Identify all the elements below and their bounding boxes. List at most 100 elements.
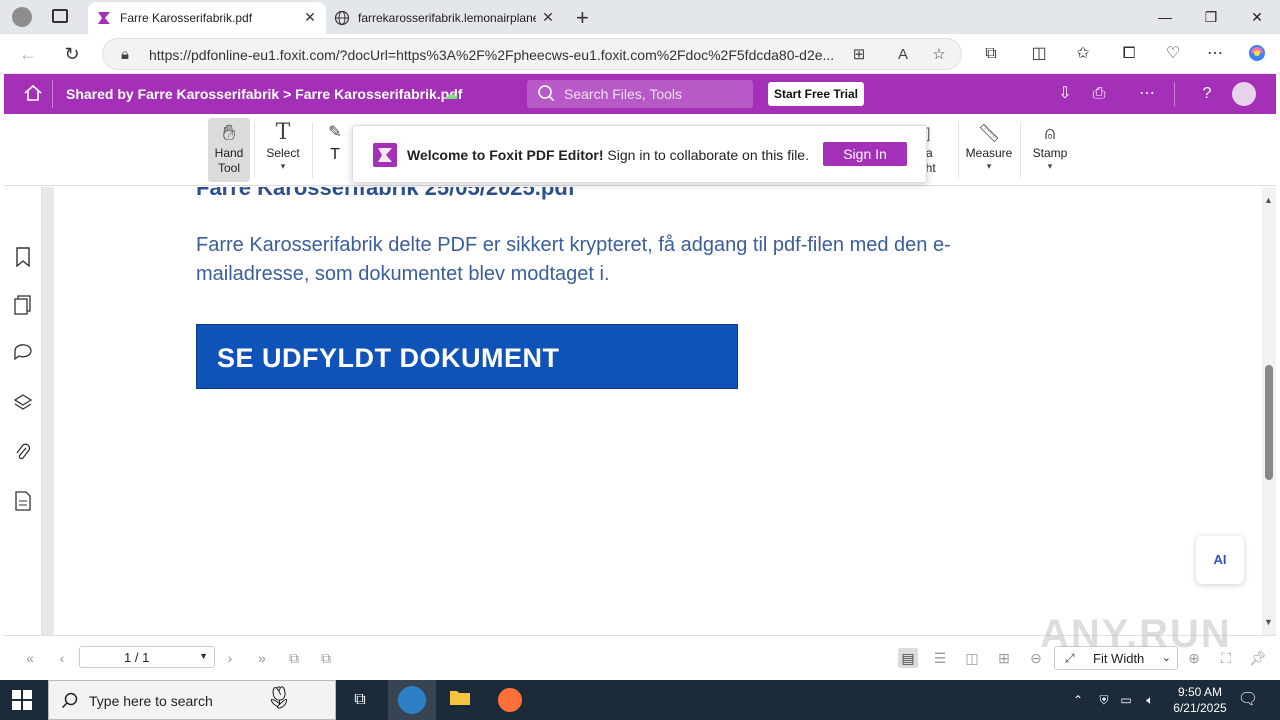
- select-tool-button[interactable]: T Select ▾: [262, 118, 304, 182]
- ai-assistant-button[interactable]: AI: [1196, 536, 1244, 584]
- search-input[interactable]: Search Files, Tools: [527, 80, 753, 108]
- document-title: Farre Karosserifabrik 25/05/2025.pdf: [196, 187, 576, 200]
- chevron-down-icon: ▾: [986, 161, 992, 171]
- start-free-trial-button[interactable]: Start Free Trial: [768, 82, 864, 106]
- collections-icon[interactable]: ⧠: [1118, 43, 1140, 65]
- favorites-icon[interactable]: ✩: [1072, 43, 1094, 65]
- chevron-down-icon: ▾: [280, 161, 286, 171]
- document-viewer: Farre Karosserifabrik 25/05/2025.pdf Far…: [42, 187, 1262, 635]
- welcome-bold: Welcome to Foxit PDF Editor!: [407, 147, 604, 163]
- browser-essentials-icon[interactable]: ♡: [1162, 43, 1184, 65]
- restore-button[interactable]: ❐: [1188, 4, 1234, 30]
- more-options-icon[interactable]: ⋯: [1136, 83, 1158, 105]
- single-page-view-icon[interactable]: ▤: [898, 648, 918, 668]
- url-field[interactable]: 🔒︎ https://pdfonline-eu1.foxit.com/?docU…: [102, 38, 962, 70]
- stamp-icon: ⍝: [1044, 123, 1056, 143]
- attachment-icon[interactable]: [12, 442, 34, 464]
- more-menu-icon[interactable]: ⋯: [1204, 43, 1226, 65]
- previous-page-icon[interactable]: ‹: [52, 648, 72, 668]
- left-panel-rail: [4, 187, 42, 635]
- taskbar-clock[interactable]: 9:50 AM 6/21/2025: [1160, 684, 1240, 716]
- document-message: Farre Karosserifabrik delte PDF er sikke…: [196, 234, 951, 285]
- stamp-tool-button[interactable]: ⍝ Stamp ▾: [1028, 118, 1072, 182]
- site-info-icon[interactable]: 🔒︎: [115, 45, 135, 65]
- pen-icon: ✎: [328, 124, 342, 141]
- page-number-input[interactable]: 1 / 1 ▼: [79, 646, 215, 668]
- extract-page-icon[interactable]: ⧉: [316, 648, 336, 668]
- volume-icon[interactable]: 🔈︎: [1138, 688, 1162, 712]
- new-tab-button[interactable]: +: [576, 5, 589, 31]
- scrollbar-thumb[interactable]: [1265, 365, 1273, 480]
- windows-start-icon[interactable]: [12, 690, 32, 710]
- continuous-view-icon[interactable]: ☰: [930, 648, 950, 668]
- chevron-down-icon: ▾: [1047, 161, 1053, 171]
- cloud-check-icon: ☁: [444, 86, 458, 102]
- next-page-icon[interactable]: ›: [220, 648, 240, 668]
- hand-tool-button[interactable]: ✋︎ Hand Tool: [208, 118, 250, 182]
- refresh-button[interactable]: ↻: [58, 40, 86, 68]
- print-icon[interactable]: ⎙: [1088, 83, 1110, 105]
- layers-icon[interactable]: [12, 393, 34, 415]
- highlight-tool-button[interactable]: ✎ T: [320, 118, 350, 182]
- foxit-header: Shared by Farre Karosserifabrik > Farre …: [4, 74, 1276, 114]
- globe-icon: [334, 10, 350, 26]
- firefox-icon[interactable]: [498, 688, 522, 712]
- tab-actions-icon[interactable]: [52, 9, 68, 23]
- text-box-icon: T: [330, 146, 340, 163]
- profile-icon[interactable]: [12, 7, 32, 27]
- url-text: https://pdfonline-eu1.foxit.com/?docUrl=…: [149, 47, 835, 63]
- split-screen-icon[interactable]: ◫: [1028, 43, 1050, 65]
- bookmark-icon[interactable]: [12, 247, 34, 269]
- download-icon[interactable]: ⇩: [1054, 83, 1076, 105]
- pdf-page: Farre Karosserifabrik 25/05/2025.pdf Far…: [54, 187, 1262, 635]
- minimize-button[interactable]: —: [1142, 4, 1188, 30]
- continuous-facing-view-icon[interactable]: ⊞: [994, 648, 1014, 668]
- close-icon[interactable]: ✕: [540, 9, 556, 26]
- avatar[interactable]: [1232, 82, 1256, 106]
- comments-icon[interactable]: [12, 343, 34, 365]
- close-icon[interactable]: ✕: [302, 9, 318, 26]
- network-icon[interactable]: ⛨: [1092, 688, 1116, 712]
- back-button[interactable]: ←: [14, 40, 42, 68]
- first-page-icon[interactable]: «: [20, 648, 40, 668]
- window-close-button[interactable]: ✕: [1234, 4, 1280, 30]
- address-toolbar: ← ↻ 🔒︎ https://pdfonline-eu1.foxit.com/?…: [0, 34, 1280, 74]
- taskbar-search-placeholder: Type here to search: [89, 693, 213, 709]
- file-explorer-icon[interactable]: [448, 688, 472, 712]
- notifications-icon[interactable]: 🗨︎: [1236, 688, 1260, 712]
- extensions-icon[interactable]: ⧉: [980, 43, 1002, 65]
- view-document-button[interactable]: SE UDFYLDT DOKUMENT: [196, 324, 738, 389]
- tab-lemonairplane[interactable]: farrekarosserifabrik.lemonairplane ✕: [326, 2, 564, 34]
- home-icon[interactable]: [22, 83, 44, 105]
- copy-page-icon[interactable]: ⧉: [284, 648, 304, 668]
- wifi-icon[interactable]: ▭: [1114, 688, 1138, 712]
- watermark: ANY.RUN: [1040, 612, 1232, 656]
- copilot-icon[interactable]: [1246, 43, 1268, 65]
- pages-icon[interactable]: [12, 295, 34, 317]
- stamp-label: Stamp: [1032, 146, 1068, 160]
- pin-icon[interactable]: 📌︎: [1248, 648, 1268, 668]
- breadcrumb: Shared by Farre Karosserifabrik > Farre …: [66, 86, 463, 102]
- favorite-star-icon[interactable]: ☆: [929, 45, 949, 65]
- facing-view-icon[interactable]: ◫: [962, 648, 982, 668]
- last-page-icon[interactable]: »: [252, 648, 272, 668]
- read-aloud-icon[interactable]: A: [893, 45, 913, 65]
- show-hidden-icons-icon[interactable]: ⌃: [1066, 688, 1090, 712]
- search-placeholder: Search Files, Tools: [564, 86, 683, 102]
- ai-assistant-label: AI: [1213, 552, 1227, 567]
- hand-icon: ✋︎: [222, 120, 236, 145]
- scroll-up-icon[interactable]: ▲: [1264, 195, 1273, 205]
- tab-label: farrekarosserifabrik.lemonairplane: [358, 11, 536, 25]
- document-properties-icon[interactable]: [12, 491, 34, 513]
- scroll-down-icon[interactable]: ▼: [1264, 617, 1273, 627]
- welcome-message: Sign in to collaborate on this file.: [603, 147, 809, 163]
- app-available-icon[interactable]: ⊞: [849, 45, 869, 65]
- browser-tab-bar: Farre Karosserifabrik.pdf ✕ farrekarosse…: [0, 0, 1280, 34]
- measure-tool-button[interactable]: 📏︎ Measure ▾: [964, 118, 1014, 182]
- sign-in-button[interactable]: Sign In: [823, 142, 907, 166]
- vertical-scrollbar[interactable]: ▲ ▼: [1262, 187, 1276, 635]
- tab-foxit-pdf[interactable]: Farre Karosserifabrik.pdf ✕: [88, 2, 326, 34]
- help-icon[interactable]: ?: [1196, 83, 1218, 105]
- taskbar-search-input[interactable]: Type here to search 🌷︎: [48, 680, 336, 720]
- task-view-icon[interactable]: ⧉: [348, 688, 372, 712]
